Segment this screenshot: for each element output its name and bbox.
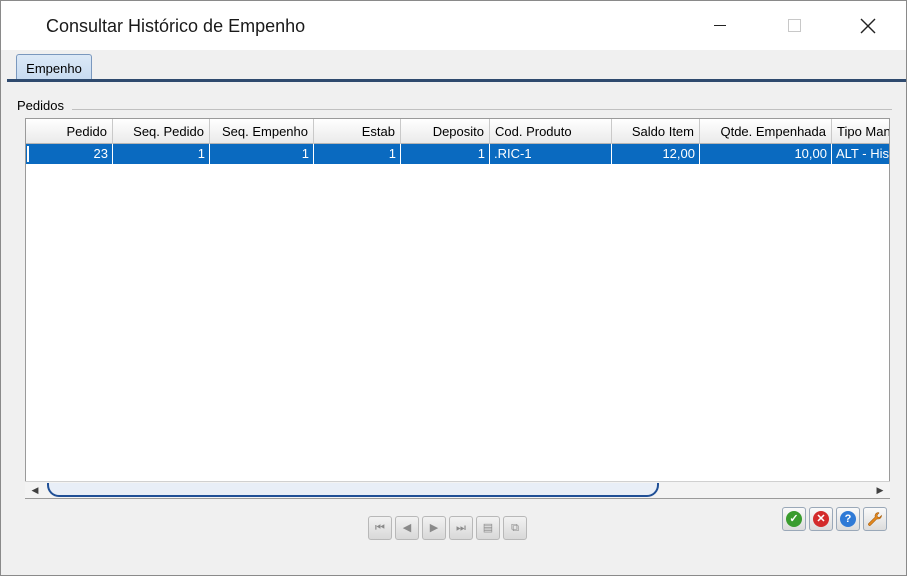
maximize-button[interactable]	[765, 1, 823, 50]
cell-cod-produto[interactable]: .RIC-1	[490, 144, 612, 164]
cell-pedido[interactable]: 23	[26, 144, 113, 164]
group-label: Pedidos	[17, 98, 64, 113]
tab-strip: Empenho	[1, 50, 906, 82]
column-header-cod-produto[interactable]: Cod. Produto	[490, 119, 612, 144]
column-header-qtde-empenhada[interactable]: Qtde. Empenhada	[700, 119, 832, 144]
minimize-button[interactable]	[691, 1, 749, 50]
next-record-button[interactable]: ▶	[422, 516, 446, 540]
first-record-button[interactable]: ⏮	[368, 516, 392, 540]
previous-record-button[interactable]: ◀	[395, 516, 419, 540]
window-title: Consultar Histórico de Empenho	[46, 16, 306, 36]
table-row[interactable]: 23 1 1 1 1 .RIC-1 12,00 10,00 ALT - His	[26, 144, 889, 164]
title-bar: Consultar Histórico de Empenho	[1, 1, 906, 50]
dialog-window: Consultar Histórico de Empenho Empenho P…	[0, 0, 907, 576]
close-icon	[860, 18, 876, 33]
wrench-icon	[868, 512, 882, 526]
confirm-button[interactable]: ✓	[782, 507, 806, 531]
help-icon: ?	[840, 511, 856, 527]
scrollbar-thumb[interactable]	[47, 483, 659, 497]
cell-qtde-empenhada[interactable]: 10,00	[700, 144, 832, 164]
cancel-button[interactable]: ✕	[809, 507, 833, 531]
minimize-icon	[714, 25, 726, 26]
content-panel: Pedidos Pedido Seq. Pedido Seq. Empenho …	[2, 82, 906, 575]
last-record-button[interactable]: ⏭	[449, 516, 473, 540]
cell-seq-empenho[interactable]: 1	[210, 144, 314, 164]
settings-button[interactable]	[863, 507, 887, 531]
column-header-seq-empenho[interactable]: Seq. Empenho	[210, 119, 314, 144]
cancel-icon: ✕	[813, 511, 829, 527]
group-divider	[72, 109, 892, 110]
help-button[interactable]: ?	[836, 507, 860, 531]
close-button[interactable]	[839, 1, 897, 50]
export-grid-button[interactable]: ⧉	[503, 516, 527, 540]
action-buttons: ✓ ✕ ?	[782, 507, 887, 533]
scroll-left-icon[interactable]: ◀	[25, 482, 45, 499]
tab-empenho[interactable]: Empenho	[16, 54, 92, 81]
orders-grid[interactable]: Pedido Seq. Pedido Seq. Empenho Estab De…	[25, 118, 890, 499]
column-header-estab[interactable]: Estab	[314, 119, 401, 144]
maximize-icon	[787, 19, 801, 32]
grid-header: Pedido Seq. Pedido Seq. Empenho Estab De…	[26, 119, 889, 144]
column-header-saldo-item[interactable]: Saldo Item	[612, 119, 700, 144]
column-header-deposito[interactable]: Deposito	[401, 119, 490, 144]
column-header-pedido[interactable]: Pedido	[26, 119, 113, 144]
cell-deposito[interactable]: 1	[401, 144, 490, 164]
column-header-tipo-man[interactable]: Tipo Man	[832, 119, 889, 144]
cell-tipo-man[interactable]: ALT - His	[832, 144, 889, 164]
check-icon: ✓	[786, 511, 802, 527]
cell-seq-pedido[interactable]: 1	[113, 144, 210, 164]
column-header-seq-pedido[interactable]: Seq. Pedido	[113, 119, 210, 144]
record-navigation-bar: ⏮ ◀ ▶ ⏭ ▤ ⧉	[368, 516, 527, 542]
detail-view-button[interactable]: ▤	[476, 516, 500, 540]
horizontal-scrollbar[interactable]: ◀ ▶	[25, 481, 890, 498]
cell-saldo-item[interactable]: 12,00	[612, 144, 700, 164]
cell-estab[interactable]: 1	[314, 144, 401, 164]
scroll-right-icon[interactable]: ▶	[870, 482, 890, 499]
